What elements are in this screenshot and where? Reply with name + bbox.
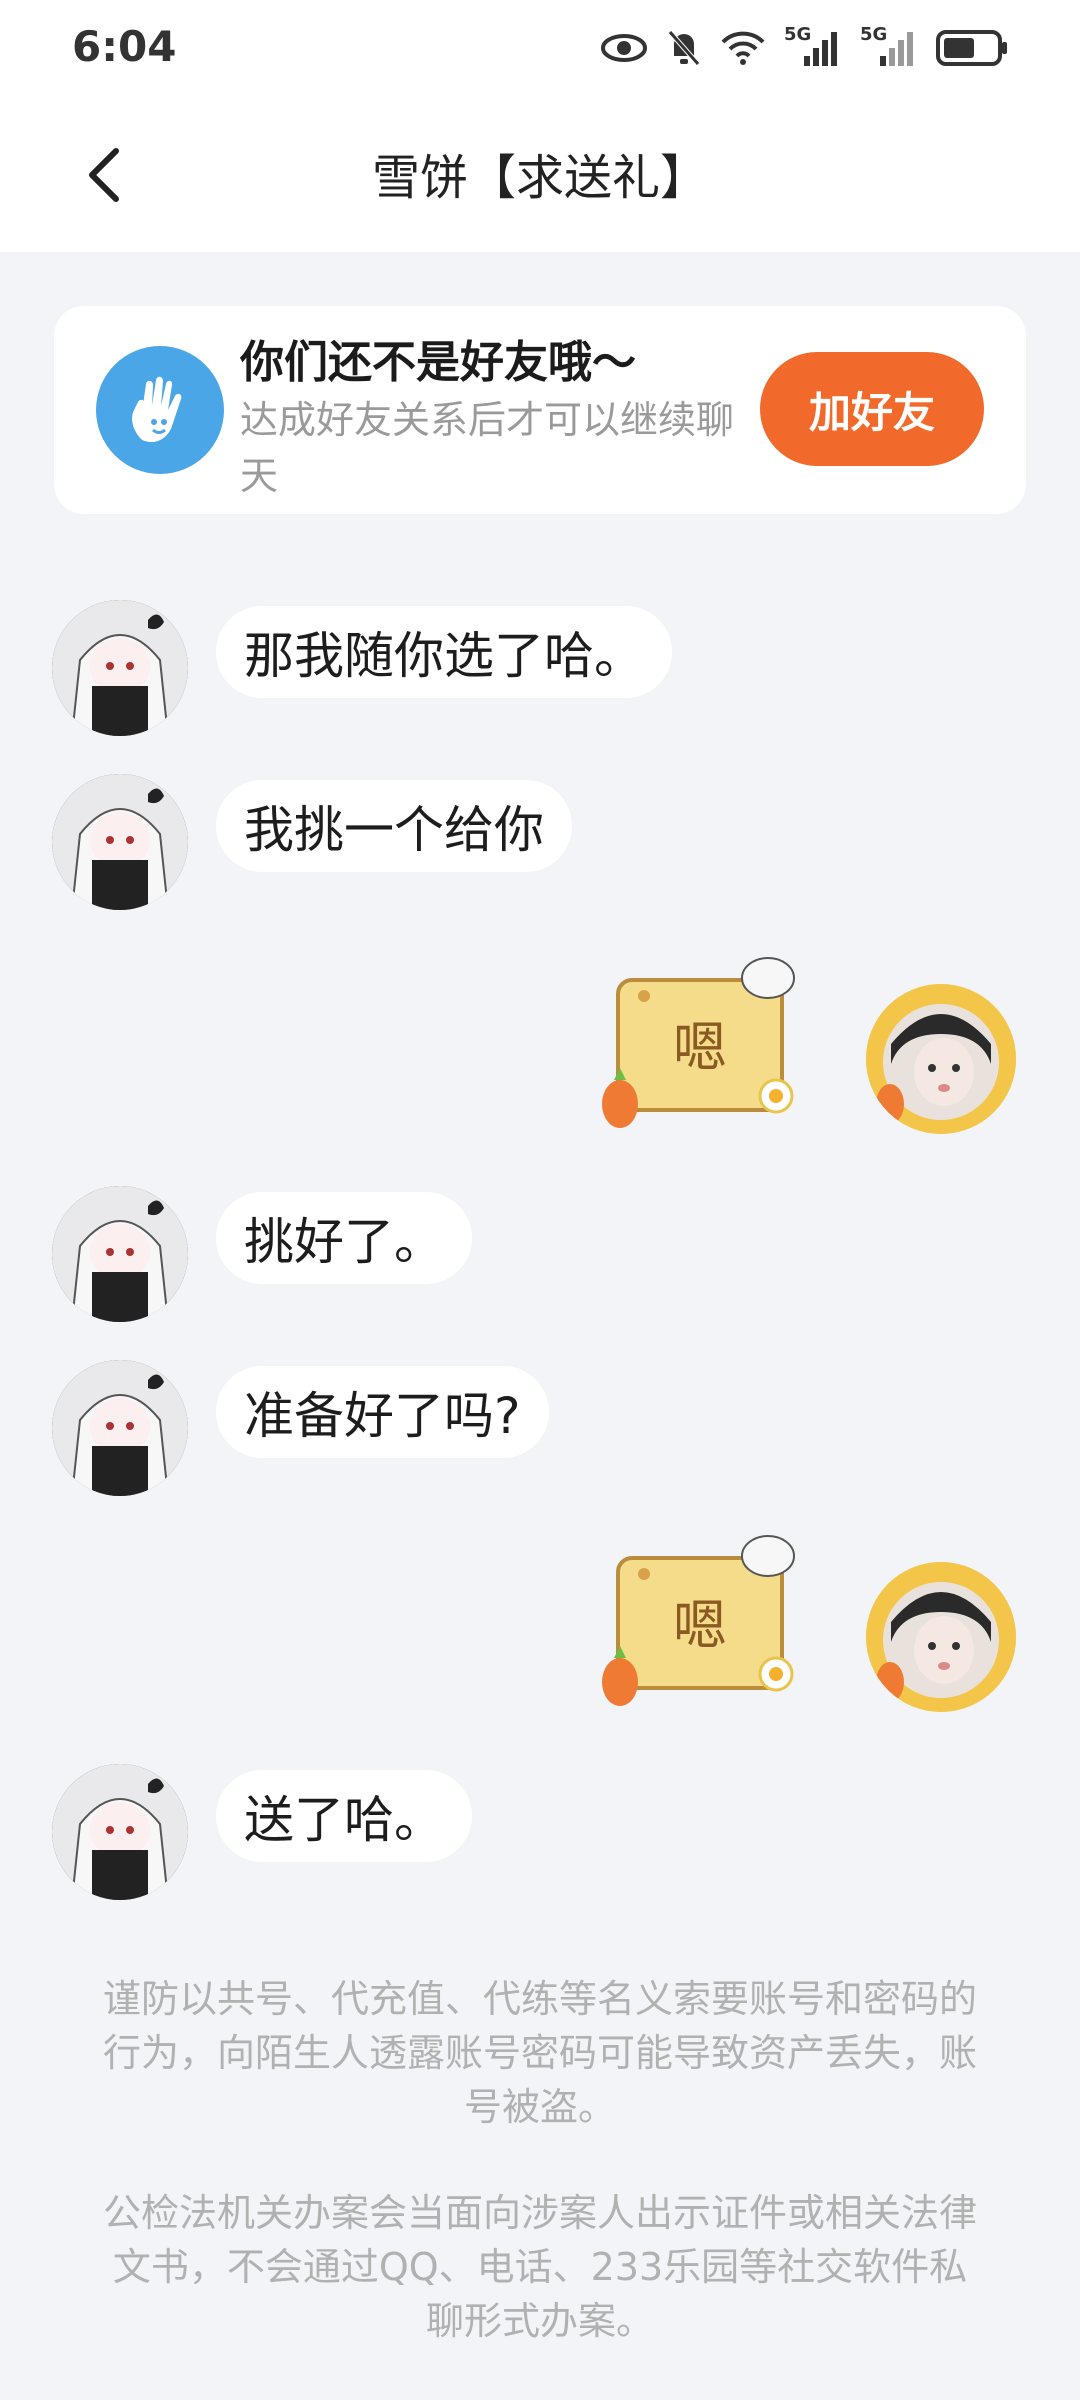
battery-icon: [936, 30, 1010, 66]
sticker[interactable]: 嗯: [596, 956, 806, 1136]
not-friends-card: 你们还不是好友哦～ 达成好友关系后才可以继续聊天 加好友: [54, 306, 1026, 514]
mute-bell-icon: [666, 28, 702, 68]
wifi-icon: [720, 30, 766, 66]
sticker-art: 嗯: [602, 957, 795, 1128]
sticker-text: 嗯: [673, 1594, 727, 1657]
message-bubble[interactable]: 那我随你选了哈。: [216, 606, 672, 698]
self-avatar[interactable]: [866, 1562, 1016, 1712]
signal-5g-label-2: 5G: [860, 24, 888, 45]
status-icons: 5G 5G: [600, 24, 1010, 68]
message-bubble[interactable]: 送了哈。: [216, 1770, 472, 1862]
message-bubble[interactable]: 准备好了吗?: [216, 1366, 549, 1458]
signal-5g-label: 5G: [784, 24, 812, 45]
message-row: 嗯: [0, 956, 1080, 1136]
avatar[interactable]: [52, 774, 188, 910]
avatar[interactable]: [52, 600, 188, 736]
message-row: 嗯: [0, 1534, 1080, 1714]
message-bubble[interactable]: 我挑一个给你: [216, 780, 572, 872]
avatar[interactable]: [52, 1186, 188, 1322]
chat-header: 雪饼【求送礼】: [0, 100, 1080, 252]
status-time: 6:04: [72, 22, 177, 71]
sticker-art: 嗯: [602, 1535, 795, 1706]
sticker[interactable]: 嗯: [596, 1534, 806, 1714]
chat-title: 雪饼【求送礼】: [371, 150, 708, 206]
status-bar: 6:04 5G 5G: [0, 0, 1080, 100]
self-avatar[interactable]: [866, 984, 1016, 1134]
card-subtitle: 达成好友关系后才可以继续聊天: [240, 398, 735, 498]
add-friend-button[interactable]: 加好友: [760, 352, 984, 466]
card-title: 你们还不是好友哦～: [240, 337, 636, 388]
avatar[interactable]: [52, 1360, 188, 1496]
avatar[interactable]: [52, 1764, 188, 1900]
hand-wave-icon: [96, 346, 224, 474]
sticker-text: 嗯: [673, 1016, 727, 1079]
signal-5g-icon: 5G: [784, 24, 842, 68]
eye-icon: [600, 32, 648, 64]
message-bubble[interactable]: 挑好了。: [216, 1192, 472, 1284]
signal-5g-icon-2: 5G: [860, 24, 918, 68]
safety-notice: 公检法机关办案会当面向涉案人出示证件或相关法律文书，不会通过QQ、电话、233乐…: [102, 2191, 977, 2343]
safety-notice: 谨防以共号、代充值、代练等名义索要账号和密码的行为，向陌生人透露账号密码可能导致…: [102, 1977, 977, 2129]
